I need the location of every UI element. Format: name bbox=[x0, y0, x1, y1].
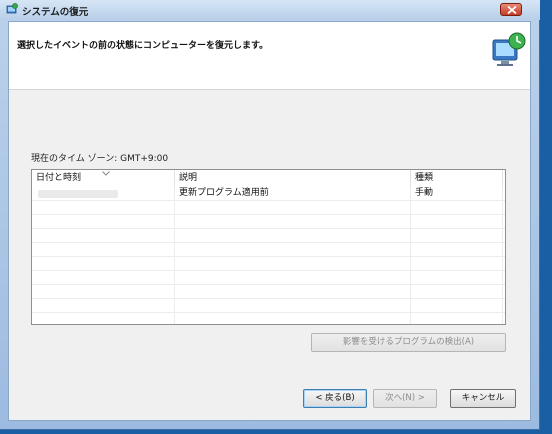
monitor-restore-icon bbox=[492, 32, 526, 66]
column-header-label: 種類 bbox=[415, 173, 434, 183]
empty-row bbox=[32, 271, 505, 285]
empty-row bbox=[32, 229, 505, 243]
dialog-client-area: 選択したイベントの前の状態にコンピューターを復元します。 現在のタイム ゾーン:… bbox=[8, 21, 531, 421]
close-button[interactable] bbox=[500, 3, 522, 16]
window-title: システムの復元 bbox=[22, 7, 89, 18]
empty-row bbox=[32, 201, 505, 215]
title-bar[interactable]: システムの復元 bbox=[0, 0, 540, 20]
sort-chevron-icon bbox=[102, 171, 110, 176]
table-row[interactable]: 更新プログラム適用前 手動 bbox=[32, 187, 505, 201]
empty-row bbox=[32, 257, 505, 271]
cell-type: 手動 bbox=[415, 188, 434, 198]
empty-row bbox=[32, 243, 505, 257]
close-icon bbox=[507, 6, 517, 14]
column-header-description[interactable]: 説明 bbox=[175, 170, 411, 187]
column-header-label: 説明 bbox=[179, 173, 198, 183]
cell-description: 更新プログラム適用前 bbox=[179, 188, 269, 198]
timezone-label: 現在のタイム ゾーン: GMT+9:00 bbox=[31, 154, 169, 164]
next-button[interactable]: 次へ(N) > bbox=[373, 389, 437, 408]
scan-affected-programs-button[interactable]: 影響を受けるプログラムの検出(A) bbox=[311, 333, 506, 352]
system-restore-icon bbox=[6, 3, 18, 14]
table-header: 日付と時刻 説明 種類 bbox=[32, 170, 505, 187]
dialog-header: 選択したイベントの前の状態にコンピューターを復元します。 bbox=[9, 22, 530, 90]
empty-row bbox=[32, 313, 505, 324]
redacted-datetime bbox=[38, 190, 118, 198]
system-restore-window: システムの復元 選択したイベントの前の状態にコンピューターを復元します。 現在の… bbox=[0, 0, 540, 430]
empty-row bbox=[32, 299, 505, 313]
column-header-type[interactable]: 種類 bbox=[411, 170, 503, 187]
empty-row bbox=[32, 285, 505, 299]
cell-datetime bbox=[32, 187, 175, 201]
cancel-button[interactable]: キャンセル bbox=[450, 389, 516, 408]
back-button[interactable]: < 戻る(B) bbox=[303, 389, 367, 408]
instruction-text: 選択したイベントの前の状態にコンピューターを復元します。 bbox=[17, 41, 269, 51]
restore-point-table[interactable]: 日付と時刻 説明 種類 更新プログラム適用前 手動 bbox=[31, 169, 506, 325]
column-header-label: 日付と時刻 bbox=[36, 173, 82, 183]
column-header-datetime[interactable]: 日付と時刻 bbox=[32, 170, 175, 187]
empty-row bbox=[32, 215, 505, 229]
